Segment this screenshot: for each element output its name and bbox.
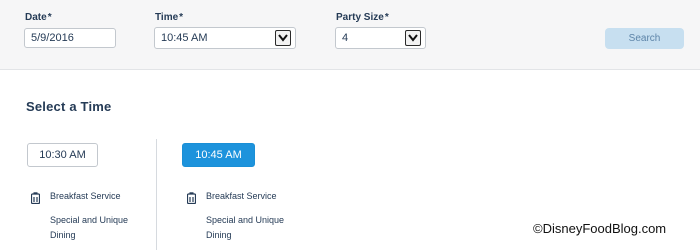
category-label: Special and Unique <box>206 215 285 225</box>
time-slot-button[interactable]: 10:30 AM <box>27 143 98 167</box>
time-slot-button-selected[interactable]: 10:45 AM <box>182 143 255 167</box>
category-label: Special and Unique <box>50 215 129 225</box>
dining-tray-icon <box>186 191 197 205</box>
service-label: Breakfast Service <box>206 191 277 201</box>
party-size-select-value: 4 <box>342 32 349 44</box>
party-size-label: Party Size* <box>336 12 389 23</box>
party-size-label-text: Party Size <box>336 12 384 23</box>
time-label-text: Time <box>155 12 179 23</box>
chevron-down-icon[interactable] <box>405 30 421 46</box>
time-select[interactable]: 10:45 AM <box>154 27 296 49</box>
required-mark: * <box>384 12 389 23</box>
service-label: Breakfast Service <box>50 191 121 201</box>
search-button[interactable]: Search <box>605 28 684 49</box>
watermark: ©DisneyFoodBlog.com <box>533 221 667 236</box>
date-field[interactable]: 5/9/2016 <box>24 28 116 48</box>
chevron-down-icon[interactable] <box>275 30 291 46</box>
date-label-text: Date <box>25 12 47 23</box>
time-label: Time* <box>155 12 183 23</box>
party-size-select[interactable]: 4 <box>335 27 426 49</box>
date-value: 5/9/2016 <box>31 32 74 44</box>
time-select-value: 10:45 AM <box>161 32 208 44</box>
required-mark: * <box>179 12 184 23</box>
date-label: Date* <box>25 12 52 23</box>
category-label-continued: Dining <box>50 230 76 240</box>
section-title: Select a Time <box>26 99 112 114</box>
dining-tray-icon <box>30 191 41 205</box>
divider <box>156 139 157 250</box>
category-label-continued: Dining <box>206 230 232 240</box>
required-mark: * <box>47 12 52 23</box>
